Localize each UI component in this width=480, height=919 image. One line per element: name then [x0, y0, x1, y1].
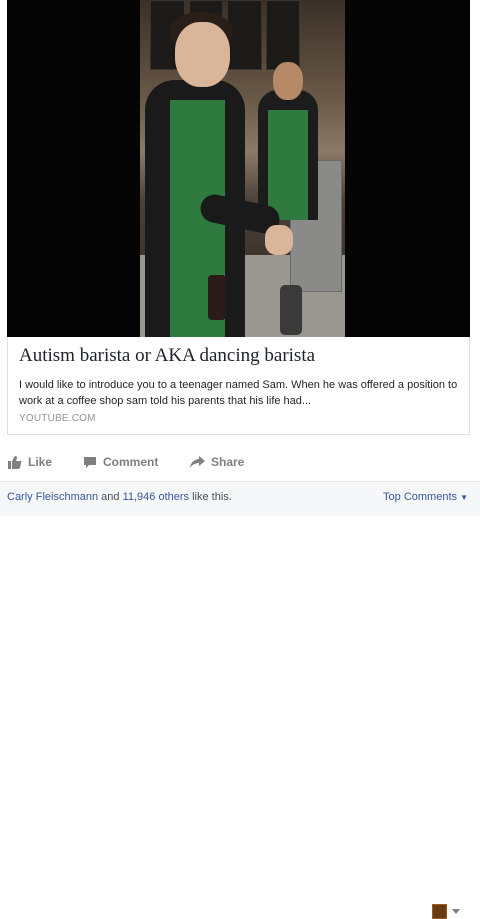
- video-frame: [140, 0, 345, 337]
- share-label: Share: [211, 455, 245, 469]
- others-link[interactable]: 11,946 others: [123, 491, 189, 503]
- link-domain: YOUTUBE.COM: [19, 413, 96, 424]
- like-button[interactable]: Like: [8, 455, 52, 469]
- link-description: I would like to introduce you to a teena…: [19, 379, 458, 407]
- head-background: [273, 62, 303, 100]
- action-bar: Like Comment Share: [0, 450, 480, 919]
- like-this-text: like this.: [192, 491, 232, 503]
- link-preview-card[interactable]: Autism barista or AKA dancing barista I …: [7, 337, 470, 435]
- link-title[interactable]: Autism barista or AKA dancing barista: [19, 345, 315, 367]
- comment-label: Comment: [103, 455, 159, 469]
- top-comments-dropdown[interactable]: Top Comments ▼: [383, 491, 468, 503]
- apron-background: [268, 110, 308, 220]
- thumbs-up-icon: [8, 455, 22, 469]
- liker-name-link[interactable]: Carly Fleischmann: [7, 491, 98, 503]
- share-arrow-icon: [190, 456, 205, 468]
- comment-icon: [84, 456, 96, 468]
- top-comments-label: Top Comments: [383, 491, 458, 503]
- caret-down-icon: [452, 909, 460, 914]
- video-player[interactable]: [7, 0, 470, 337]
- post-as-selector[interactable]: [432, 904, 460, 919]
- like-label: Like: [28, 455, 53, 469]
- hand: [265, 225, 293, 255]
- comment-button[interactable]: Comment: [83, 455, 158, 469]
- share-button[interactable]: Share: [190, 455, 244, 469]
- page-avatar: [432, 904, 447, 919]
- dropdown-caret-icon: ▼: [460, 493, 468, 502]
- and-text: and: [101, 491, 120, 503]
- head-foreground: [175, 22, 230, 87]
- likes-footer: Carly Fleischmann and 11,946 others like…: [0, 481, 480, 516]
- syrup-bottle: [208, 275, 226, 320]
- likes-summary: Carly Fleischmann and 11,946 others like…: [7, 491, 232, 503]
- pitcher: [280, 285, 302, 335]
